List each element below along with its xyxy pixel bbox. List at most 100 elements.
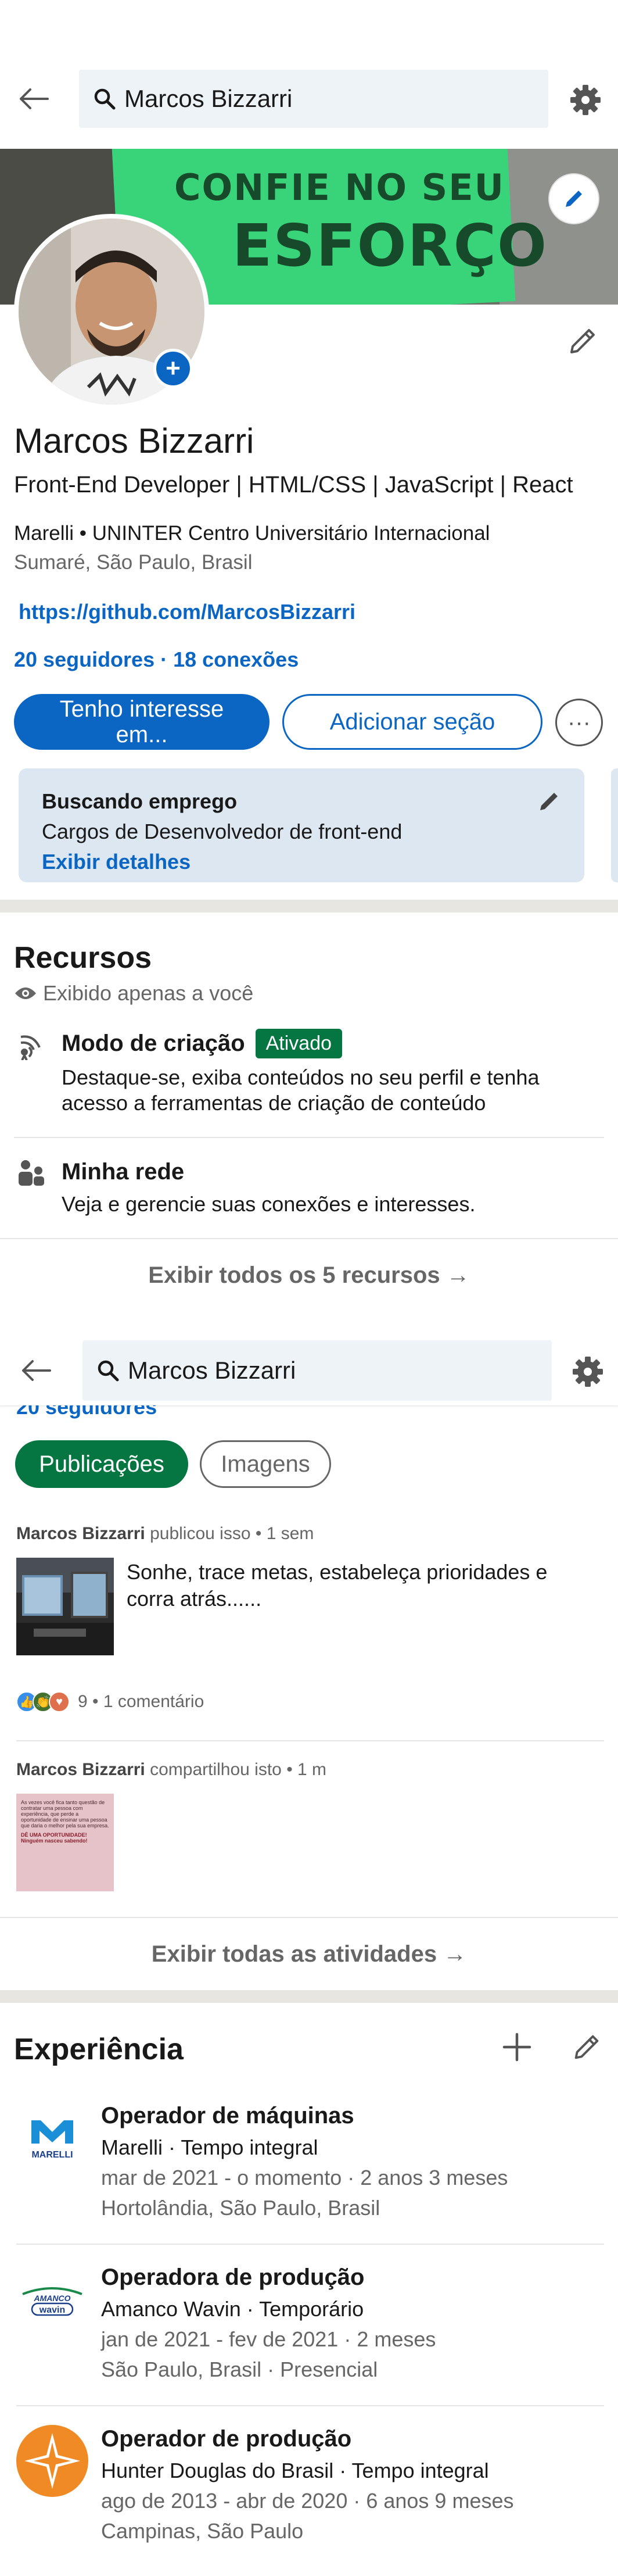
card-peek xyxy=(611,768,618,882)
show-all-resources-link[interactable]: Exibir todos os 5 recursos → xyxy=(0,1262,618,1289)
post-meta-text: compartilhou isto • 1 m xyxy=(145,1760,327,1779)
my-network-title: Minha rede xyxy=(62,1159,185,1185)
arrow-right-icon: → xyxy=(446,1262,470,1288)
show-all-activity-link[interactable]: Exibir todas as atividades → xyxy=(0,1941,618,1967)
divider xyxy=(0,1917,618,1918)
exp-period: jan de 2021 - fev de 2021 · 2 meses xyxy=(101,2327,436,2351)
exp-period: mar de 2021 - o momento · 2 anos 3 meses xyxy=(101,2166,508,2189)
private-text: Exibido apenas a você xyxy=(43,981,254,1005)
job-card-desc: Cargos de Desenvolvedor de front-end xyxy=(42,820,403,843)
exp-role[interactable]: Operador de produção xyxy=(101,2426,351,2452)
creator-mode-desc: Destaque-se, exiba conteúdos no seu perf… xyxy=(62,1065,540,1115)
open-to-label-2: em... xyxy=(116,722,168,747)
my-network-item[interactable]: Minha rede xyxy=(62,1159,184,1185)
creator-mode-item[interactable]: Modo de criação Ativado xyxy=(62,1029,343,1058)
shared-image-text-2: DÊ UMA OPORTUNIDADE! Ninguém nasceu sabe… xyxy=(21,1832,88,1844)
followers-connections[interactable]: 20 seguidores · 18 conexões xyxy=(14,647,299,672)
edit-profile-pencil-icon[interactable] xyxy=(566,323,601,358)
exp-role[interactable]: Operadora de produção xyxy=(101,2264,364,2291)
search-query: Marcos Bizzarri xyxy=(124,85,293,112)
section-divider xyxy=(0,1990,618,2003)
top-bar: Marcos Bizzarri xyxy=(0,0,618,128)
broadcast-icon xyxy=(20,1035,41,1060)
amanco-wavin-logo[interactable]: AMANCO wavin xyxy=(16,2264,88,2337)
hunter-douglas-logo[interactable] xyxy=(16,2425,88,2497)
my-network-desc: Veja e gerencie suas conexões e interess… xyxy=(62,1192,476,1216)
private-notice: Exibido apenas a você xyxy=(14,981,253,1006)
show-all-resources-label: Exibir todos os 5 recursos xyxy=(148,1262,440,1288)
exp-company: Amanco Wavin · Temporário xyxy=(101,2297,364,2321)
search-icon xyxy=(98,1360,119,1382)
profile-name: Marcos Bizzarri xyxy=(14,421,254,460)
banner-text-2: ESFORÇO xyxy=(232,212,548,280)
job-card-details-link[interactable]: Exibir detalhes xyxy=(42,850,561,874)
edit-pencil-icon[interactable] xyxy=(537,788,562,814)
people-icon xyxy=(19,1160,44,1186)
tab-posts[interactable]: Publicações xyxy=(15,1440,188,1488)
post-meta: Marcos Bizzarri publicou isso • 1 sem xyxy=(16,1524,314,1544)
post-meta-text: publicou isso • 1 sem xyxy=(145,1524,314,1543)
exp-role[interactable]: Operador de máquinas xyxy=(101,2103,354,2129)
profile-link[interactable]: https://github.com/MarcosBizzarri xyxy=(19,600,355,624)
exp-place: São Paulo, Brasil · Presencial xyxy=(101,2357,378,2381)
gear-icon[interactable] xyxy=(567,81,604,119)
divider xyxy=(16,2244,604,2245)
divider xyxy=(14,1137,604,1138)
show-all-activity-label: Exibir todas as atividades xyxy=(151,1941,437,1967)
post-reactions[interactable]: 👍 👏 ♥ 9 • 1 comentário xyxy=(16,1691,204,1712)
job-card-title: Buscando emprego xyxy=(42,789,238,813)
top-bar-sticky: Marcos Bizzarri xyxy=(0,1336,618,1405)
edit-banner-button[interactable] xyxy=(549,174,598,223)
amanco-logo-text: AMANCO xyxy=(34,2294,71,2303)
add-photo-button[interactable]: + xyxy=(153,349,193,388)
resources-title: Recursos xyxy=(14,941,152,975)
creator-mode-title: Modo de criação xyxy=(62,1031,245,1056)
search-input[interactable]: Marcos Bizzarri xyxy=(82,1340,552,1401)
experience-title: Experiência xyxy=(14,2033,184,2066)
shared-image[interactable]: As vezes você fica tanto questão de cont… xyxy=(16,1794,114,1891)
section-divider xyxy=(0,900,618,913)
exp-company: Hunter Douglas do Brasil · Tempo integra… xyxy=(101,2459,489,2482)
reactions-count: 9 • 1 comentário xyxy=(78,1692,204,1711)
open-to-button[interactable]: Tenho interesse em... xyxy=(14,694,270,750)
search-input[interactable]: Marcos Bizzarri xyxy=(79,70,548,128)
followers-cut: 20 seguidores xyxy=(16,1405,157,1419)
divider xyxy=(16,2405,604,2406)
eye-icon xyxy=(15,988,36,999)
exp-period: ago de 2013 - abr de 2020 · 6 anos 9 mes… xyxy=(101,2489,514,2513)
search-icon xyxy=(94,88,116,110)
wavin-logo-text: wavin xyxy=(39,2305,65,2315)
status-badge: Ativado xyxy=(255,1029,343,1058)
divider xyxy=(0,1238,618,1239)
open-to-label-1: Tenho interesse xyxy=(59,696,224,722)
back-arrow-icon[interactable] xyxy=(17,1352,55,1389)
post-thumbnail[interactable] xyxy=(16,1558,114,1655)
marelli-logo-text: MARELLI xyxy=(31,2150,73,2160)
profile-education: Marelli • UNINTER Centro Universitário I… xyxy=(14,522,490,545)
arrow-right-icon: → xyxy=(443,1941,467,1967)
exp-place: Campinas, São Paulo xyxy=(101,2519,304,2543)
profile-headline: Front-End Developer | HTML/CSS | JavaScr… xyxy=(14,472,573,498)
open-to-work-card[interactable]: Buscando emprego Cargos de Desenvolvedor… xyxy=(19,768,584,882)
tab-images[interactable]: Imagens xyxy=(200,1440,331,1488)
post-author: Marcos Bizzarri xyxy=(16,1760,145,1779)
marelli-logo[interactable]: MARELLI xyxy=(16,2103,88,2175)
search-query: Marcos Bizzarri xyxy=(128,1357,296,1384)
post-author: Marcos Bizzarri xyxy=(16,1524,145,1543)
add-section-button[interactable]: Adicionar seção xyxy=(282,694,542,750)
pencil-icon xyxy=(566,191,582,207)
post-text: Sonhe, trace metas, estabeleça prioridad… xyxy=(127,1560,548,1611)
gear-icon[interactable] xyxy=(569,1353,606,1390)
banner-text-1: CONFIE NO SEU xyxy=(174,166,505,209)
profile-location: Sumaré, São Paulo, Brasil xyxy=(14,551,253,574)
divider xyxy=(16,1740,604,1741)
shared-image-text-1: As vezes você fica tanto questão de cont… xyxy=(21,1799,109,1829)
more-options-button[interactable]: ··· xyxy=(555,699,603,746)
back-arrow-icon[interactable] xyxy=(15,80,52,117)
love-reaction-icon: ♥ xyxy=(49,1691,70,1712)
add-icon[interactable] xyxy=(501,2031,533,2063)
exp-company: Marelli · Tempo integral xyxy=(101,2135,318,2159)
edit-pencil-icon[interactable] xyxy=(570,2030,604,2063)
post-meta: Marcos Bizzarri compartilhou isto • 1 m xyxy=(16,1760,326,1780)
exp-place: Hortolândia, São Paulo, Brasil xyxy=(101,2196,380,2220)
